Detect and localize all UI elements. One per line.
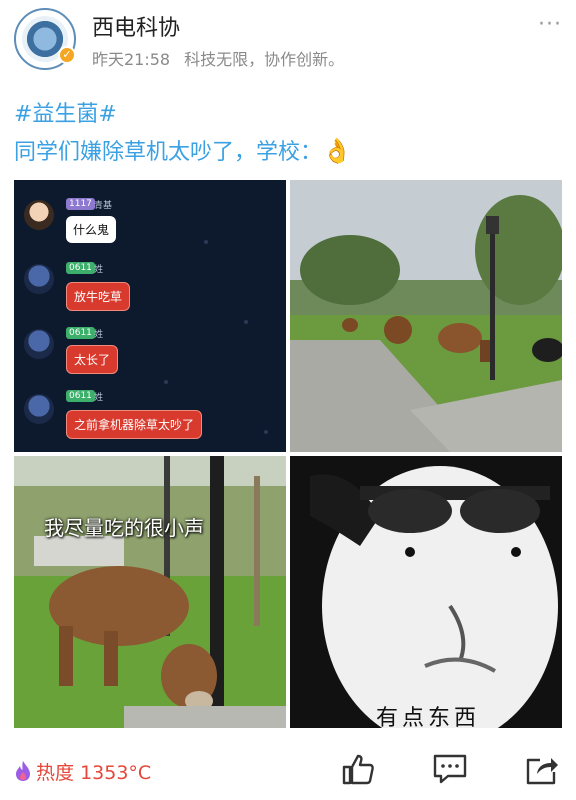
ok-hand-emoji-icon: 👌 (322, 137, 352, 165)
chat-tag: 0611 (66, 390, 95, 402)
heat-value: 1353°C (80, 762, 152, 784)
more-options-icon[interactable]: ··· (538, 12, 562, 37)
fire-icon (16, 761, 30, 781)
sunglasses-meme-illustration (290, 456, 562, 728)
image-chat-screenshot[interactable]: 1117 青基 什么鬼 0611 姓 放牛吃草 0611 姓 太长了 0611 … (14, 180, 286, 452)
decor-dot (244, 320, 248, 324)
image-sunglasses-meme[interactable]: 有点东西 (290, 456, 562, 728)
chat-message: 1117 青基 什么鬼 (14, 194, 286, 254)
chat-message: 0611 姓 放牛吃草 (14, 260, 286, 320)
chat-message: 0611 姓 太长了 (14, 325, 286, 385)
verified-badge-icon: ✓ (58, 46, 76, 64)
chat-bubble: 之前拿机器除草太吵了 (66, 410, 203, 439)
chat-nick: 姓 (94, 265, 104, 275)
share-icon[interactable] (524, 752, 560, 786)
post-time: 昨天21:58 (92, 50, 171, 69)
chat-bubble: 什么鬼 (66, 216, 117, 243)
grazing-cow-illustration (14, 456, 286, 728)
chat-bubble: 放牛吃草 (66, 282, 131, 311)
chat-avatar (24, 394, 54, 424)
cow-caption: 我尽量吃的很小声 (44, 516, 204, 540)
username[interactable]: 西电科协 (92, 10, 180, 42)
chat-nick: 姓 (94, 330, 104, 340)
heat-label: 热度 (36, 762, 75, 784)
chat-bubble: 太长了 (66, 345, 119, 374)
meme-caption: 有点东西 (376, 706, 481, 728)
chat-tag: 0611 (66, 262, 95, 274)
heat-indicator: 热度 1353°C (36, 758, 151, 785)
hashtag-link[interactable]: #益生菌# (14, 96, 117, 128)
post-text-body: 同学们嫌除草机太吵了，学校： (14, 140, 323, 165)
chat-avatar (24, 200, 54, 230)
chat-avatar (24, 264, 54, 294)
chat-message: 0611 姓 之前拿机器除草太吵了 (14, 388, 286, 448)
comment-icon[interactable] (432, 752, 468, 786)
chat-tag: 0611 (66, 327, 95, 339)
user-bio: 科技无限，协作创新。 (184, 50, 345, 69)
image-cows-campus[interactable] (290, 180, 562, 452)
chat-tag: 1117 (66, 198, 95, 210)
chat-nick: 青基 (94, 201, 113, 211)
post-text: 同学们嫌除草机太吵了，学校：👌 (14, 134, 352, 166)
image-grazing-cow[interactable]: 我尽量吃的很小声 (14, 456, 286, 728)
cows-campus-illustration (290, 180, 562, 452)
chat-nick: 姓 (94, 393, 104, 403)
like-icon[interactable] (340, 752, 376, 786)
post-meta: 昨天21:58 科技无限，协作创新。 (92, 46, 344, 70)
chat-avatar (24, 329, 54, 359)
